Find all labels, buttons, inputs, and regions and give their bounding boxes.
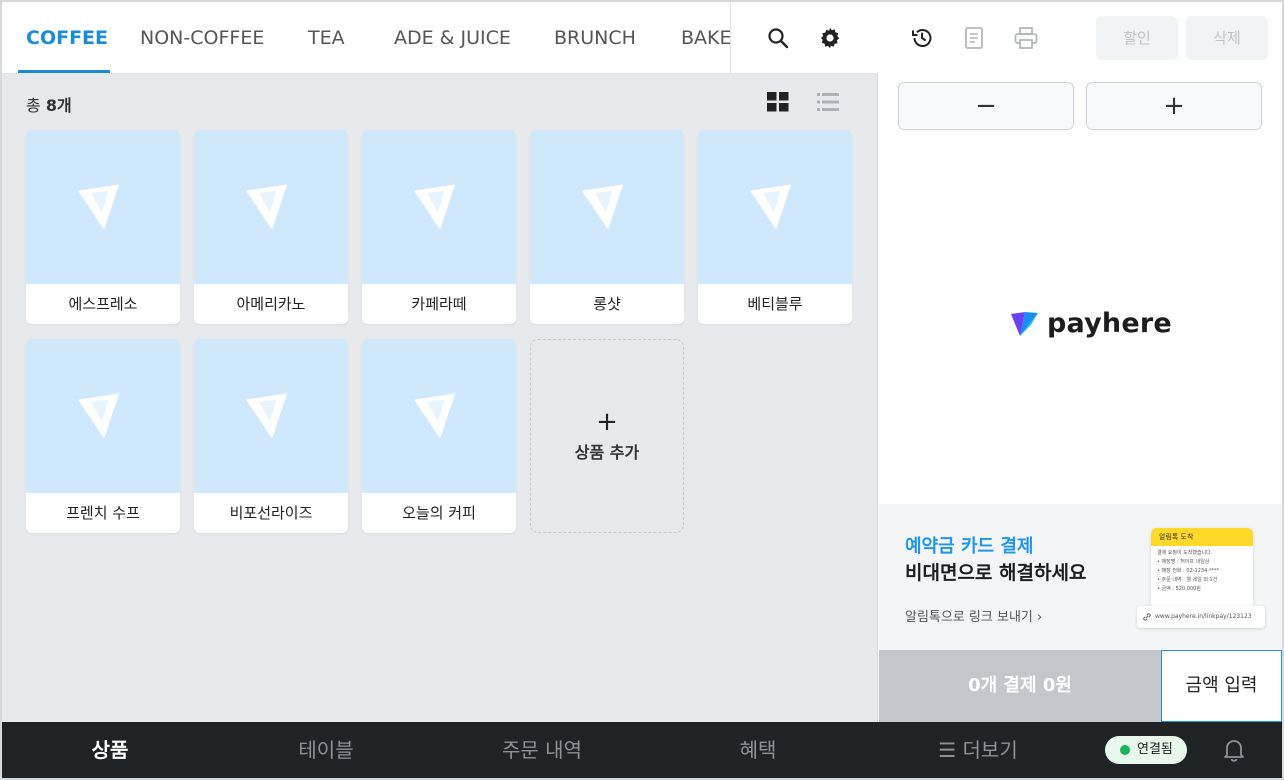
active-tab-indicator — [18, 70, 110, 73]
phone-line: • 매장명 : 허이프 내일상 — [1157, 559, 1210, 565]
tab-coffee[interactable]: COFFEE — [26, 2, 108, 74]
phone-line: • 매장 전화 : 02-1234-**** — [1157, 568, 1220, 574]
payhere-mark-icon — [750, 184, 792, 230]
promo-link[interactable]: 알림톡으로 링크 보내기 › — [905, 606, 1042, 625]
tab-non-coffee[interactable]: NON-COFFEE — [140, 2, 264, 74]
product-name: 카페라떼 — [411, 295, 467, 313]
plus-icon: + — [596, 407, 618, 437]
count-value: 8개 — [45, 96, 72, 115]
product-placeholder-image — [26, 339, 180, 493]
product-name: 아메리카노 — [236, 295, 306, 313]
bell-icon[interactable] — [1214, 730, 1254, 770]
payhere-mark-icon — [78, 184, 120, 230]
status-dot-icon — [1120, 745, 1130, 755]
nav-more[interactable]: ☰ 더보기 — [908, 722, 1048, 778]
pay-button[interactable]: 0개 결제 0원 — [879, 650, 1161, 722]
receipt-icon[interactable] — [954, 18, 994, 58]
gear-icon[interactable] — [810, 18, 850, 58]
link-icon — [1143, 613, 1151, 621]
category-tabs: COFFEE NON-COFFEE TEA ADE & JUICE BRUNCH… — [2, 2, 730, 74]
payhere-mark-icon — [414, 184, 456, 230]
product-card[interactable]: 베티블루 — [698, 130, 852, 324]
promo-url-text: www.payhere.in/linkpay/123123 — [1155, 613, 1252, 620]
tab-tea[interactable]: TEA — [308, 2, 345, 74]
count-prefix: 총 — [26, 96, 41, 115]
search-icon[interactable] — [758, 18, 798, 58]
amount-input-button[interactable]: 금액 입력 — [1161, 650, 1282, 722]
product-name: 프렌치 수프 — [66, 504, 140, 522]
product-count: 총 8개 — [26, 92, 72, 116]
payhere-logo-icon — [1011, 311, 1038, 336]
increase-quantity-button[interactable]: + — [1086, 82, 1262, 130]
nav-tables[interactable]: 테이블 — [266, 722, 386, 778]
promo-title: 예약금 카드 결제 — [905, 536, 1034, 557]
payhere-logo: payhere — [1011, 308, 1172, 339]
product-placeholder-image — [362, 339, 516, 493]
product-card[interactable]: 프렌치 수프 — [26, 339, 180, 533]
divider — [730, 2, 731, 74]
product-placeholder-image — [530, 130, 684, 284]
tab-bake[interactable]: BAKE — [681, 2, 730, 74]
add-product-button[interactable]: + 상품 추가 — [530, 339, 684, 533]
discount-button[interactable]: 할인 — [1096, 16, 1178, 60]
phone-header: 알림톡 도착 — [1151, 528, 1253, 546]
product-placeholder-image — [194, 339, 348, 493]
printer-icon[interactable] — [1006, 18, 1046, 58]
product-card[interactable]: 비포선라이즈 — [194, 339, 348, 533]
product-name: 오늘의 커피 — [402, 504, 476, 522]
tab-ade-juice[interactable]: ADE & JUICE — [394, 2, 511, 74]
connection-status-badge: 연결됨 — [1105, 736, 1187, 764]
product-card[interactable]: 아메리카노 — [194, 130, 348, 324]
phone-line: • 주문 내역 : 웰 세일 외 1건 — [1157, 577, 1218, 583]
payhere-mark-icon — [78, 393, 120, 439]
product-placeholder-image — [26, 130, 180, 284]
payhere-mark-icon — [582, 184, 624, 230]
product-card[interactable]: 카페라떼 — [362, 130, 516, 324]
nav-benefits[interactable]: 혜택 — [698, 722, 818, 778]
connection-status-text: 연결됨 — [1137, 742, 1173, 757]
product-name: 에스프레소 — [68, 295, 138, 313]
product-placeholder-image — [362, 130, 516, 284]
product-name: 비포선라이즈 — [229, 504, 313, 522]
product-card[interactable]: 에스프레소 — [26, 130, 180, 324]
promo-banner[interactable]: 예약금 카드 결제 비대면으로 해결하세요 알림톡으로 링크 보내기 › 알림톡… — [879, 504, 1282, 650]
bottom-nav: 상품 테이블 주문 내역 혜택 ☰ 더보기 연결됨 — [2, 722, 1282, 778]
product-panel: COFFEE NON-COFFEE TEA ADE & JUICE BRUNCH… — [2, 2, 878, 722]
product-placeholder-image — [698, 130, 852, 284]
promo-subtitle: 비대면으로 해결하세요 — [905, 562, 1087, 584]
product-card[interactable]: 오늘의 커피 — [362, 339, 516, 533]
product-placeholder-image — [194, 130, 348, 284]
history-icon[interactable] — [902, 18, 942, 58]
payhere-mark-icon — [414, 393, 456, 439]
payhere-mark-icon — [246, 184, 288, 230]
product-card[interactable]: 롱샷 — [530, 130, 684, 324]
decrease-quantity-button[interactable]: − — [898, 82, 1074, 130]
list-view-icon[interactable] — [808, 82, 848, 122]
delete-button[interactable]: 삭제 — [1186, 16, 1268, 60]
phone-line: • 금액 : 520,000원 — [1157, 586, 1201, 592]
add-product-label: 상품 추가 — [574, 443, 640, 462]
payhere-mark-icon — [246, 393, 288, 439]
category-bar: COFFEE NON-COFFEE TEA ADE & JUICE BRUNCH… — [2, 2, 878, 74]
phone-line: 결제 요청이 도착했습니다. — [1157, 550, 1213, 556]
order-panel: 할인 삭제 − + payhere 예약금 카드 결제 비대면으로 해결하세요 … — [879, 2, 1282, 722]
nav-products[interactable]: 상품 — [50, 722, 170, 778]
product-name: 베티블루 — [747, 295, 803, 313]
grid-view-icon[interactable] — [758, 82, 798, 122]
promo-url: www.payhere.in/linkpay/123123 — [1137, 606, 1265, 628]
logo-wordmark: payhere — [1047, 308, 1172, 339]
product-name: 롱샷 — [593, 295, 621, 313]
nav-order-history[interactable]: 주문 내역 — [472, 722, 612, 778]
tab-brunch[interactable]: BRUNCH — [554, 2, 636, 74]
promo-phone-illustration: 알림톡 도착 결제 요청이 도착했습니다. • 매장명 : 허이프 내일상 • … — [1151, 528, 1253, 612]
